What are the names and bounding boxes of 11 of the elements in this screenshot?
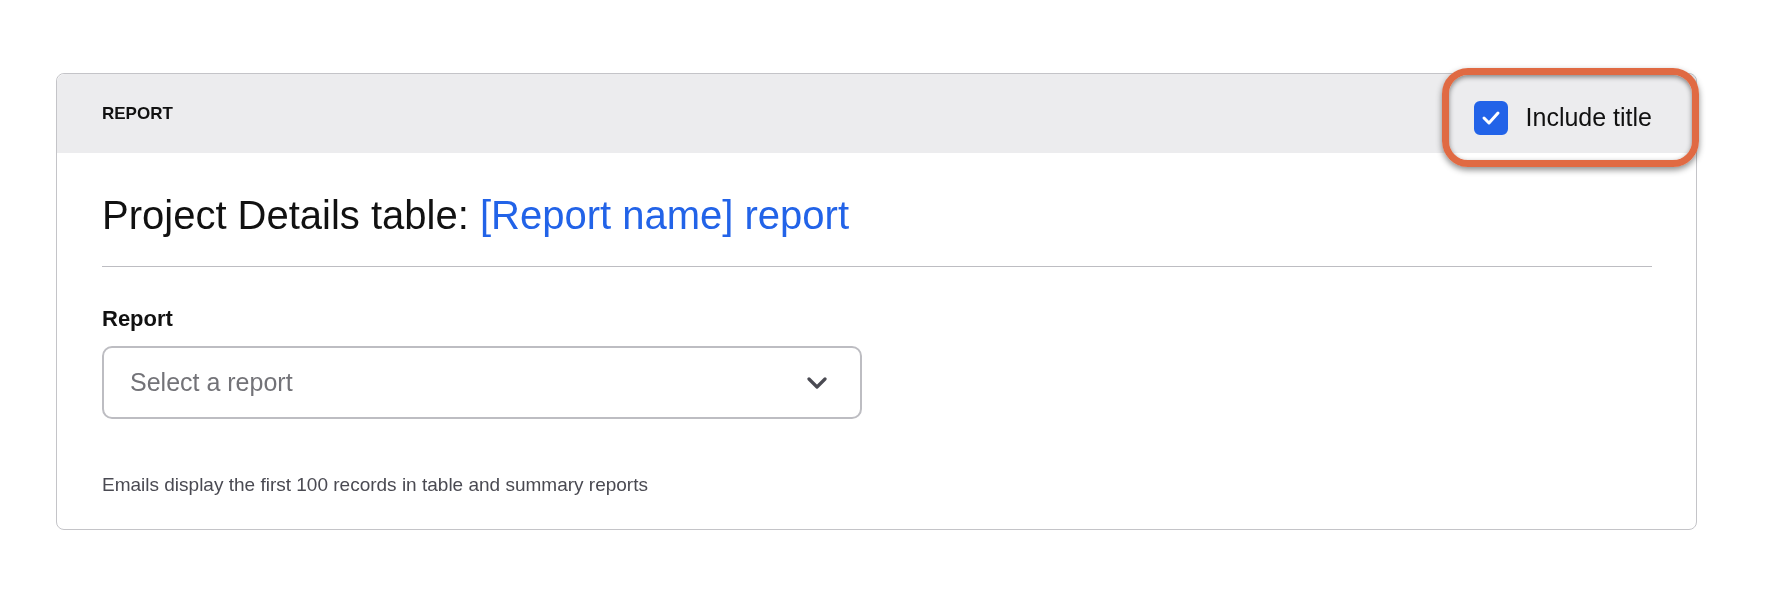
checkbox-label[interactable]: Include title xyxy=(1525,103,1652,132)
checkmark-icon xyxy=(1480,109,1501,126)
help-text: Emails display the first 100 records in table and summary reports xyxy=(102,474,649,496)
chevron-down-icon xyxy=(807,377,827,389)
report-name-link[interactable]: [Report name] report xyxy=(479,193,849,237)
checkbox[interactable] xyxy=(1473,100,1508,135)
report-dropdown[interactable]: Select a report xyxy=(102,346,862,419)
panel-heading: REPORT xyxy=(102,104,173,124)
panel-title: Project Details table: xyxy=(102,193,470,237)
field-label: Report xyxy=(102,306,174,332)
highlighted-checkbox-option[interactable]: Include title xyxy=(1441,68,1699,167)
